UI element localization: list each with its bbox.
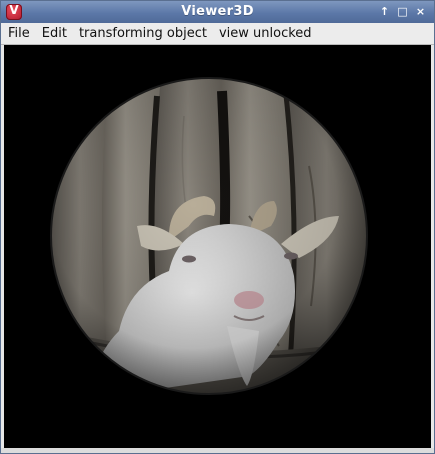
3d-viewport[interactable] <box>4 45 431 448</box>
maximize-up-icon[interactable]: ↑ <box>377 4 392 19</box>
textured-sphere[interactable] <box>49 76 369 400</box>
menu-file[interactable]: File <box>1 23 36 44</box>
menu-bar: File Edit transforming object view unloc… <box>1 23 434 45</box>
window-bottom-border <box>1 448 434 453</box>
restore-icon[interactable]: □ <box>395 4 410 19</box>
menu-transforming-object[interactable]: transforming object <box>73 23 213 44</box>
viewer3d-window: V Viewer3D ↑ □ × File Edit transforming … <box>0 0 435 454</box>
menu-edit[interactable]: Edit <box>36 23 73 44</box>
sphere-render <box>50 77 368 395</box>
window-title: Viewer3D <box>181 4 254 19</box>
menu-view-unlocked[interactable]: view unlocked <box>213 23 318 44</box>
close-icon[interactable]: × <box>413 4 428 19</box>
title-bar[interactable]: V Viewer3D ↑ □ × <box>1 1 434 23</box>
window-controls: ↑ □ × <box>377 4 428 19</box>
